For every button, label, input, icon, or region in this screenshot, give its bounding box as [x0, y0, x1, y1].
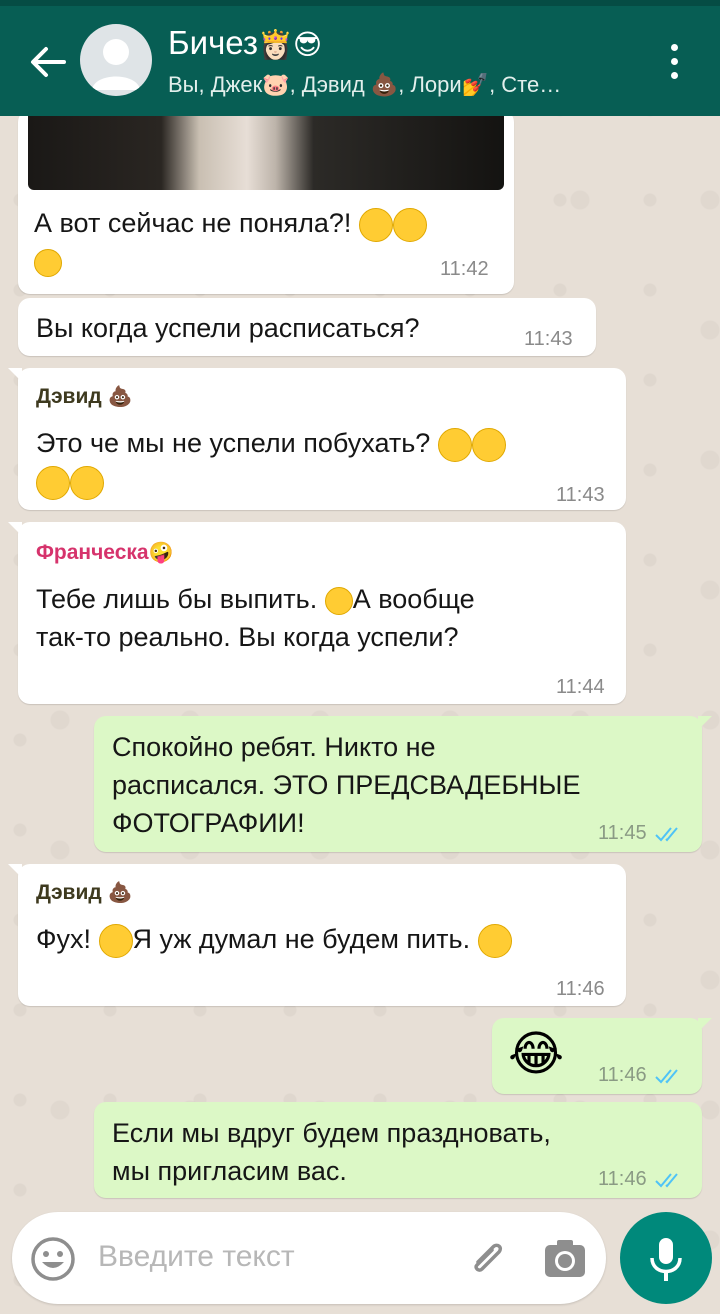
unamused-emoji-icon — [324, 586, 353, 615]
message-photo[interactable] — [28, 110, 504, 190]
message-bubble-outgoing[interactable]: 😂 11:46 — [492, 1018, 712, 1094]
message-time: 11:45 — [598, 822, 684, 845]
bubble-tail — [698, 716, 712, 730]
double-check-icon — [655, 1173, 678, 1188]
message-bubble-incoming[interactable]: Вы когда успели расписаться? 11:43 — [18, 298, 596, 356]
group-placeholder-icon — [92, 39, 140, 90]
message-bubble-outgoing[interactable]: Если мы вдруг будем праздновать, мы приг… — [94, 1102, 702, 1198]
confounded-emoji-icon — [70, 465, 104, 500]
microphone-icon[interactable] — [620, 1212, 712, 1304]
message-time: 11:42 — [440, 258, 489, 280]
pleading-emoji-icon — [34, 248, 62, 277]
message-composer: Введите текст — [12, 1212, 606, 1304]
message-text: Фух! Я уж думал не будем пить. — [36, 920, 616, 958]
arrow-left-icon[interactable] — [26, 40, 70, 84]
poop-emoji-icon: 💩 — [107, 882, 133, 904]
princess-emoji-icon: 👸🏻 — [258, 29, 293, 60]
message-bubble-incoming[interactable]: А вот сейчас не поняла?! 11:42 — [18, 110, 514, 294]
message-time: 11:46 — [598, 1064, 684, 1087]
bubble-tail — [8, 864, 22, 878]
sender-name[interactable]: Франческа🤪 — [36, 540, 173, 565]
zany-face-emoji-icon: 🤪 — [148, 542, 174, 564]
pleading-emoji-icon — [471, 427, 506, 462]
chat-participants[interactable]: Вы, Джек🐷, Дэвид 💩, Лори💅, Сте… — [168, 72, 638, 98]
message-text: Вы когда успели расписаться? — [36, 313, 420, 343]
more-vertical-icon[interactable] — [660, 40, 688, 84]
bubble-tail — [8, 522, 22, 536]
camera-icon[interactable] — [542, 1236, 588, 1282]
message-input[interactable]: Введите текст — [98, 1240, 295, 1274]
status-bar — [0, 0, 720, 6]
message-bubble-incoming[interactable]: Дэвид 💩 Это че мы не успели побухать? 11… — [8, 368, 626, 510]
chat-title-text: Бичез — [168, 24, 259, 61]
message-time: 11:44 — [556, 676, 605, 698]
message-bubble-outgoing[interactable]: Спокойно ребят. Никто не расписался. ЭТО… — [94, 716, 712, 852]
message-text: А вот сейчас не поняла?! — [34, 204, 504, 280]
sunglasses-emoji-icon: 😎 — [292, 29, 323, 60]
double-check-icon — [655, 827, 678, 842]
group-avatar[interactable] — [80, 24, 152, 96]
bubble-tail — [698, 1018, 712, 1032]
astonished-emoji-icon — [358, 207, 393, 242]
chat-title[interactable]: Бичез👸🏻😎 — [168, 24, 322, 62]
message-time: 11:43 — [524, 328, 573, 350]
smiley-icon[interactable] — [30, 1236, 76, 1282]
message-text: Это че мы не успели побухать? — [36, 424, 616, 500]
poop-emoji-icon: 💩 — [107, 386, 133, 408]
bubble-tail — [8, 368, 22, 382]
message-bubble-incoming[interactable]: Франческа🤪 Тебе лишь бы выпить. А вообще… — [8, 522, 626, 704]
sender-name[interactable]: Дэвид 💩 — [36, 384, 132, 409]
double-check-icon — [655, 1069, 678, 1084]
hushed-emoji-icon — [392, 207, 427, 242]
joy-emoji-icon: 😂 — [508, 1028, 565, 1081]
slightly-smiling-emoji-icon — [477, 923, 512, 958]
chat-header: Бичез👸🏻😎 Вы, Джек🐷, Дэвид 💩, Лори💅, Сте… — [0, 0, 720, 116]
message-time: 11:46 — [556, 978, 605, 1000]
mic-glyph — [650, 1238, 682, 1281]
partying-face-emoji-icon — [98, 923, 133, 958]
message-text: Тебе лишь бы выпить. А вообще так-то реа… — [36, 584, 475, 652]
paperclip-icon[interactable] — [464, 1236, 510, 1282]
worried-emoji-icon — [36, 465, 70, 500]
message-time: 11:46 — [598, 1168, 684, 1191]
message-time: 11:43 — [556, 484, 605, 506]
message-bubble-incoming[interactable]: Дэвид 💩 Фух! Я уж думал не будем пить. 1… — [8, 864, 626, 1006]
sender-name[interactable]: Дэвид 💩 — [36, 880, 132, 905]
hushed-emoji-icon — [437, 427, 472, 462]
